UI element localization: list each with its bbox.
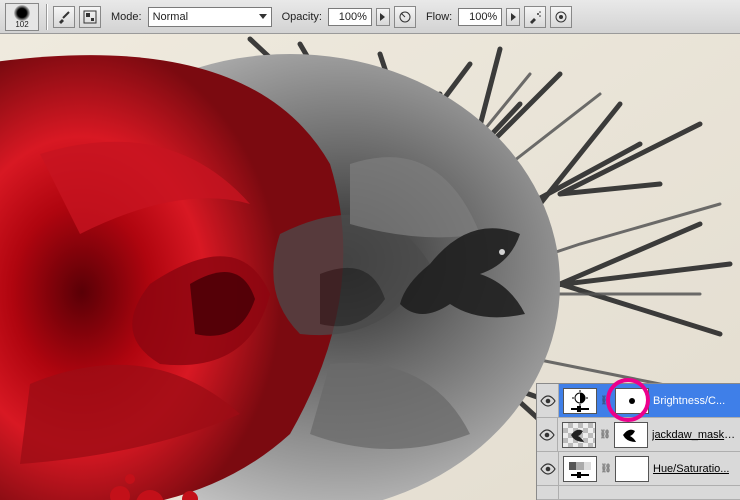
layer-visibility-toggle[interactable] [537,452,559,485]
layer-row-brightness[interactable]: Brightness/C... [537,384,740,418]
link-icon[interactable] [600,429,610,440]
separator [46,4,47,30]
layer-mask-thumb[interactable] [615,456,649,482]
opacity-label: Opacity: [282,11,322,23]
opacity-value: 100% [339,11,367,23]
layer-visibility-toggle[interactable] [537,384,559,417]
bitmap-thumb[interactable] [562,422,596,448]
layer-name[interactable]: Brightness/C... [653,395,725,407]
mask-content [620,425,642,445]
layer-row-hue[interactable]: Hue/Saturatio... [537,452,740,486]
pressure-for-opacity-button[interactable] [394,6,416,28]
brush-engine-button[interactable] [79,6,101,28]
adjustment-thumb[interactable] [563,456,597,482]
link-icon[interactable] [601,463,611,474]
layer-name[interactable]: jackdaw_masked_... [652,429,736,441]
layer-name[interactable]: Hue/Saturatio... [653,463,729,475]
flow-label: Flow: [426,11,452,23]
eye-icon [540,395,556,407]
layer-visibility-toggle[interactable] [537,418,558,451]
flow-field[interactable]: 100% [458,8,502,26]
flow-value: 100% [469,11,497,23]
options-bar: 102 Mode: Normal Opacity: 100% Flow: 100… [0,0,740,34]
layers-panel: Brightness/C... jackdaw_masked_... [536,383,740,500]
brightness-contrast-icon [565,390,595,412]
opacity-flyout[interactable] [376,8,390,26]
eye-icon [539,429,555,441]
flow-flyout[interactable] [506,8,520,26]
bird-icon [568,425,590,445]
layer-row-partial[interactable] [537,486,740,500]
adjustment-thumb[interactable] [563,388,597,414]
chevron-down-icon [259,14,267,19]
toggle-brushes-panel-button[interactable] [53,6,75,28]
pressure-for-size-button[interactable] [550,6,572,28]
brush-preset-picker[interactable]: 102 [4,2,40,32]
blend-mode-value: Normal [153,11,188,23]
hue-saturation-icon [565,458,595,480]
brush-tip-preview [14,5,30,21]
mask-content [629,398,635,404]
layer-row-jackdaw[interactable]: jackdaw_masked_... [537,418,740,452]
layer-visibility-toggle[interactable] [537,486,559,499]
airbrush-button[interactable] [524,6,546,28]
layer-mask-thumb[interactable] [615,388,649,414]
eye-icon [540,463,556,475]
mode-label: Mode: [111,11,142,23]
opacity-field[interactable]: 100% [328,8,372,26]
blend-mode-dropdown[interactable]: Normal [148,7,272,27]
link-icon[interactable] [601,395,611,406]
brush-size-readout: 102 [15,20,28,29]
layer-mask-thumb[interactable] [614,422,648,448]
